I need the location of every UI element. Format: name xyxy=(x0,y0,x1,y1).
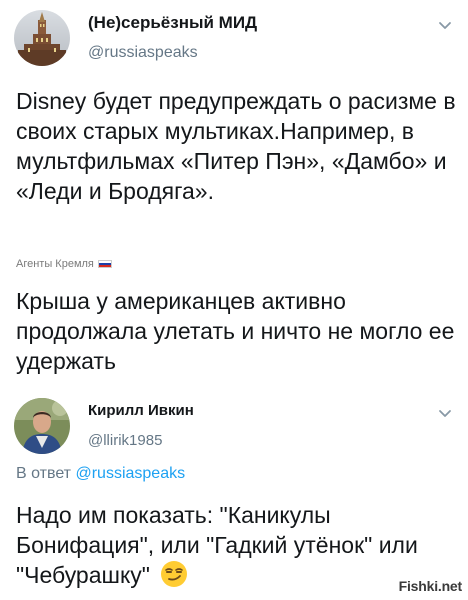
tweet1-author-name[interactable]: (Не)серьёзный МИД xyxy=(88,13,257,33)
source-label-text: Агенты Кремля xyxy=(16,258,94,270)
smirking-face-emoji-icon xyxy=(160,560,188,588)
tweet2-avatar[interactable] xyxy=(14,398,70,454)
tweet2-author-name[interactable]: Кирилл Ивкин xyxy=(88,402,194,419)
chevron-down-icon[interactable] xyxy=(438,18,452,29)
tweet1-avatar[interactable] xyxy=(14,10,70,66)
reply-to-prefix: В ответ xyxy=(16,465,72,482)
tweet2-author-handle[interactable]: @llirik1985 xyxy=(88,432,162,449)
tweet2-text: Надо им показать: "Каникулы Бонифация", … xyxy=(16,502,418,588)
chevron-down-icon[interactable] xyxy=(438,406,452,417)
tweet1-text: Disney будет предупреждать о расизме в с… xyxy=(16,88,456,204)
tweet1-header: (Не)серьёзный МИД @russiaspeaks xyxy=(0,4,468,76)
tweet2-header: Кирилл Ивкин @llirik1985 xyxy=(0,388,468,460)
reply-to-line: В ответ @russiaspeaks xyxy=(16,465,185,483)
caption-text: Крыша у американцев активно продолжала у… xyxy=(16,288,455,374)
source-label: Агенты Кремля xyxy=(16,258,112,270)
russian-flag-icon xyxy=(97,260,112,268)
tweet1-author-handle[interactable]: @russiaspeaks xyxy=(88,44,198,62)
tweet2-text-block: Надо им показать: "Каникулы Бонифация", … xyxy=(16,500,456,590)
reply-to-handle-link[interactable]: @russiaspeaks xyxy=(75,465,185,482)
watermark: Fishki.net xyxy=(398,578,463,594)
